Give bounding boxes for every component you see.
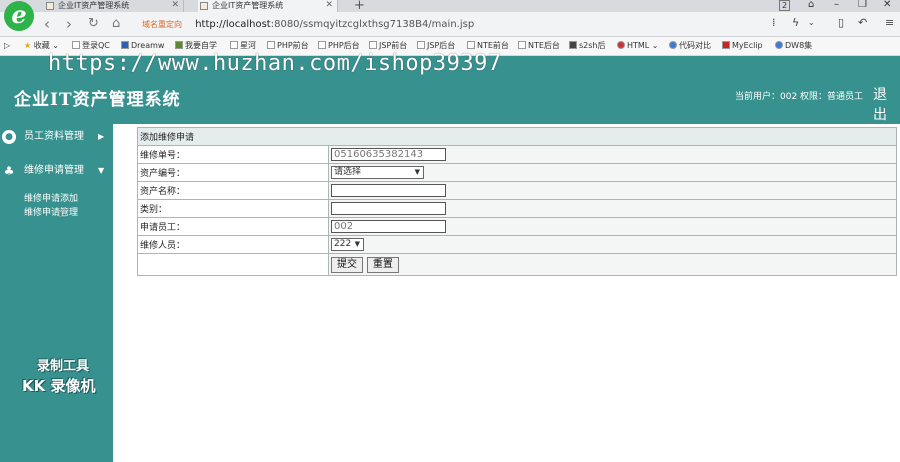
close-icon[interactable]: ✕: [171, 0, 179, 11]
form-row: 提交 重置: [137, 253, 897, 276]
submenu-repair-manage[interactable]: 维修申请管理: [24, 205, 78, 218]
undo-icon[interactable]: ↶: [858, 16, 867, 29]
submit-button[interactable]: 提交: [331, 256, 363, 273]
page-title: 企业IT资产管理系统: [14, 90, 181, 110]
shirt-skin-icon[interactable]: ⌂: [808, 0, 814, 10]
asset-no-label: 资产编号：: [137, 163, 329, 182]
page-favicon-icon: [200, 2, 208, 10]
url-host: http://localhost: [195, 19, 271, 30]
dropdown-arrow-icon: ▼: [414, 168, 420, 176]
repairer-select[interactable]: 222 ▼: [331, 238, 364, 251]
bookmark-item[interactable]: MyEclip: [722, 40, 763, 52]
browser-tab-2[interactable]: 企业IT资产管理系统 ✕: [198, 0, 338, 12]
asset-name-input[interactable]: [331, 184, 446, 197]
form-row: 维修单号：: [137, 145, 897, 164]
tab-title: 企业IT资产管理系统: [212, 1, 284, 10]
recorder-watermark-line2: KK 录像机: [22, 377, 96, 395]
browser-nav-bar: ‹ › ↻ ⌂ 域名重定向 http://localhost:8080/ssmq…: [0, 12, 900, 37]
lightning-icon[interactable]: ϟ: [792, 16, 799, 29]
bookmark-item[interactable]: s2sh后: [569, 40, 606, 52]
repairer-label: 维修人员：: [137, 235, 329, 254]
chevron-down-icon: ▼: [98, 166, 105, 175]
current-user-info: 当前用户：002 权限：普通员工: [735, 92, 864, 102]
forward-icon[interactable]: ›: [66, 15, 72, 33]
asset-name-label: 资产名称：: [137, 181, 329, 200]
home-icon[interactable]: ⌂: [112, 15, 120, 33]
browser-logo-icon: e: [4, 1, 34, 31]
sidebar-item-label: 维修申请管理: [24, 165, 84, 176]
back-icon[interactable]: ‹: [44, 15, 50, 33]
bookmark-item[interactable]: 代码对比: [669, 40, 711, 52]
form-row: 申请员工：: [137, 217, 897, 236]
repair-icon: ♣: [3, 164, 15, 178]
tab-title: 企业IT资产管理系统: [58, 1, 130, 10]
add-repair-form: 添加维修申请 维修单号： 资产编号： 请选择▼ 资产名称： 类别： 申请员工： …: [137, 127, 897, 276]
browser-tab-1[interactable]: 企业IT资产管理系统 ✕: [44, 0, 184, 12]
url-redirect-warning: 域名重定向: [142, 20, 182, 29]
empty-cell: [137, 253, 329, 276]
url-path: :8080/ssmqyitzcglxthsg7138B4/main.jsp: [270, 19, 475, 30]
category-input[interactable]: [331, 202, 446, 215]
reader-icon[interactable]: ▯: [838, 16, 844, 29]
chevron-down-icon[interactable]: ⌄: [808, 18, 815, 27]
close-window-icon[interactable]: ✕: [883, 0, 891, 10]
sidebar-item-employee-info[interactable]: ● 员工资料管理 ▶: [2, 128, 110, 146]
chevron-right-icon: ▶: [98, 132, 105, 141]
page-favicon-icon: [46, 2, 54, 10]
sidebar-item-repair-request[interactable]: ♣ 维修申请管理 ▼: [2, 162, 110, 180]
dropdown-arrow-icon: ▼: [354, 240, 360, 248]
close-icon[interactable]: ✕: [325, 0, 333, 11]
form-caption: 添加维修申请: [137, 127, 897, 146]
refresh-icon[interactable]: ↻: [88, 15, 99, 33]
sidebar-toggle-icon[interactable]: ▷: [4, 40, 10, 52]
tab-count-badge[interactable]: 2: [779, 0, 791, 11]
submenu-repair-add[interactable]: 维修申请添加: [24, 191, 78, 204]
sidebar-item-label: 员工资料管理: [24, 131, 84, 142]
logout-link[interactable]: 退出: [873, 84, 900, 124]
grid-icon[interactable]: ⁞: [772, 16, 776, 29]
menu-icon[interactable]: ≡: [885, 16, 894, 29]
sidebar: ● 员工资料管理 ▶ ♣ 维修申请管理 ▼ 维修申请添加 维修申请管理: [0, 124, 113, 462]
reset-button[interactable]: 重置: [366, 256, 399, 273]
watermark-text: https://www.huzhan.com/ishop39397: [48, 51, 502, 76]
asset-no-select[interactable]: 请选择 ▼: [331, 166, 424, 179]
form-row: 资产名称：: [137, 181, 897, 200]
form-row: 维修人员： 222 ▼: [137, 235, 897, 254]
bookmark-item[interactable]: DW8集: [775, 40, 812, 52]
form-row: 资产编号： 请选择 ▼: [137, 163, 897, 182]
bookmark-item[interactable]: NTE后台: [518, 40, 560, 52]
applicant-label: 申请员工：: [137, 217, 329, 236]
person-icon: ●: [2, 130, 16, 144]
repair-no-input[interactable]: [331, 148, 446, 161]
browser-tab-strip: 企业IT资产管理系统 ✕ 企业IT资产管理系统 ✕ + 2 ⌂ – ❐ ✕: [0, 0, 900, 13]
applicant-input[interactable]: [331, 220, 446, 233]
form-row: 类别：: [137, 199, 897, 218]
restore-icon[interactable]: ❐: [858, 0, 867, 10]
minimize-icon[interactable]: –: [834, 0, 839, 10]
recorder-watermark-line1: 录制工具: [37, 359, 90, 374]
address-bar[interactable]: 域名重定向 http://localhost:8080/ssmqyitzcglx…: [142, 16, 822, 33]
hand-cursor-icon: ☝: [58, 205, 67, 221]
category-label: 类别：: [137, 199, 329, 218]
bookmark-item[interactable]: HTML ⌄: [617, 40, 659, 52]
repair-no-label: 维修单号：: [137, 145, 329, 164]
